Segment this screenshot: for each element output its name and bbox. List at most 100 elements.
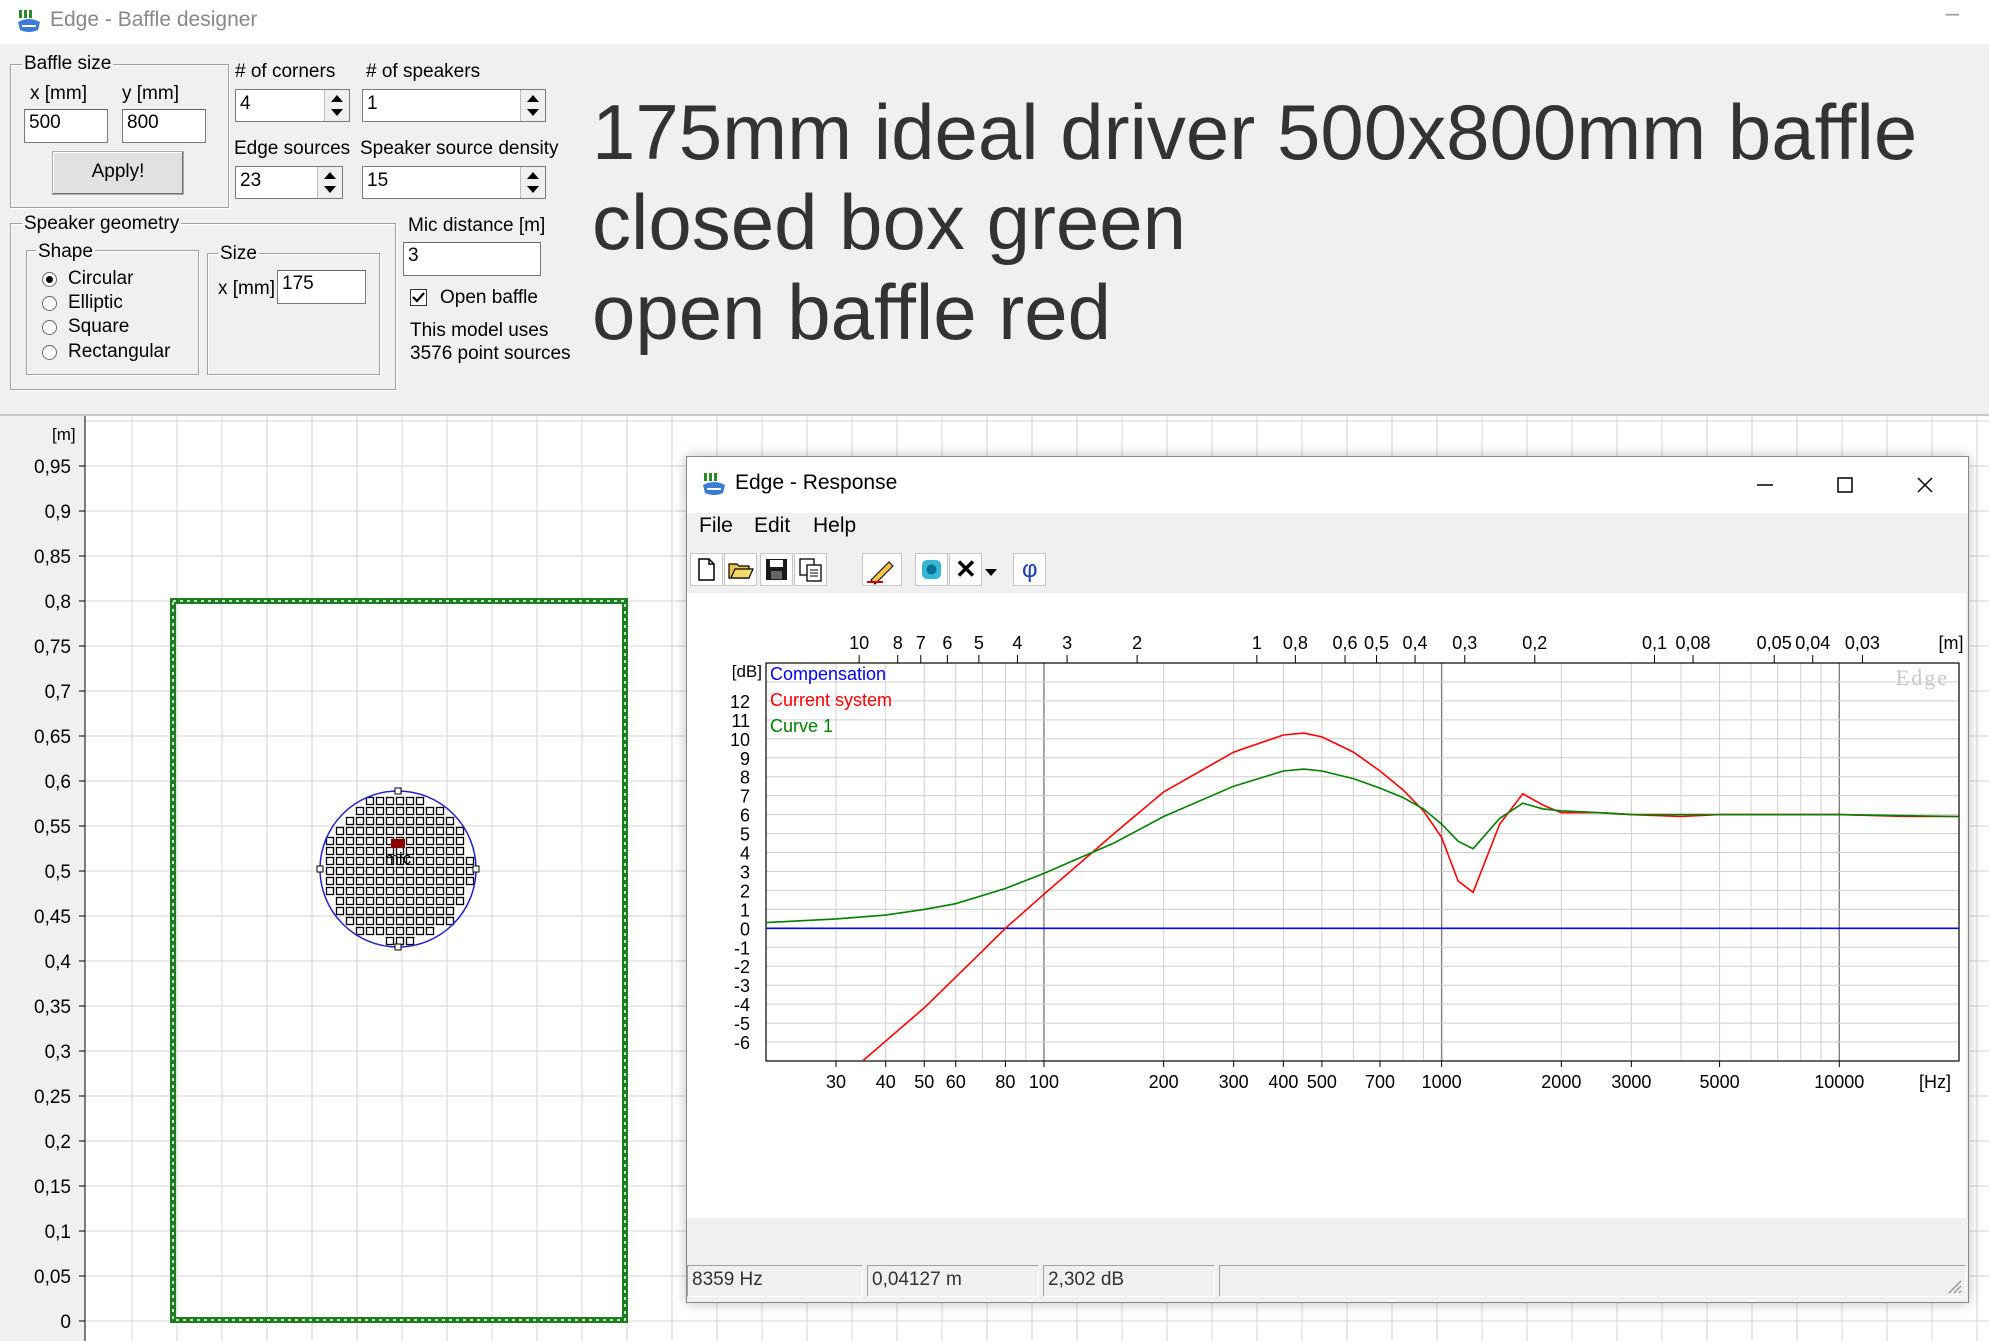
top-tick-label: 0,04 bbox=[1795, 633, 1830, 653]
corners-spin-arrows[interactable] bbox=[324, 90, 349, 121]
point-source bbox=[375, 846, 385, 856]
point-source bbox=[365, 886, 375, 896]
point-source bbox=[345, 836, 355, 846]
annotation-line2: closed box green bbox=[592, 178, 1187, 266]
point-source bbox=[365, 916, 375, 926]
menu-file[interactable]: File bbox=[699, 514, 733, 538]
close-icon[interactable] bbox=[1915, 475, 1935, 495]
y-tick-label: 9 bbox=[740, 749, 750, 769]
menu-edit[interactable]: Edit bbox=[754, 514, 790, 538]
point-source bbox=[405, 886, 415, 896]
point-source bbox=[455, 886, 465, 896]
window-title: Edge - Baffle designer bbox=[50, 8, 258, 31]
corners-stepper[interactable]: 4 bbox=[235, 89, 350, 122]
point-source bbox=[425, 836, 435, 846]
point-source bbox=[455, 876, 465, 886]
spin-up-icon[interactable] bbox=[527, 172, 539, 179]
point-source bbox=[335, 876, 345, 886]
point-source bbox=[445, 846, 455, 856]
dropdown-icon[interactable] bbox=[985, 569, 997, 576]
spin-up-icon[interactable] bbox=[331, 95, 343, 102]
baffle-x-input[interactable]: 500 bbox=[24, 109, 108, 143]
minimize-icon[interactable] bbox=[1755, 475, 1775, 495]
point-source bbox=[335, 896, 345, 906]
menu-help[interactable]: Help bbox=[813, 514, 856, 538]
point-source bbox=[415, 906, 425, 916]
source-density-stepper[interactable]: 15 bbox=[362, 166, 546, 199]
top-tick-label: 2 bbox=[1132, 633, 1142, 653]
top-tick-label: 0,05 bbox=[1757, 633, 1792, 653]
point-source bbox=[415, 806, 425, 816]
point-source bbox=[445, 916, 455, 926]
y-tick-label: -1 bbox=[734, 938, 750, 958]
shape-square-radio[interactable] bbox=[42, 320, 57, 335]
point-source bbox=[455, 826, 465, 836]
point-source bbox=[435, 886, 445, 896]
point-source bbox=[425, 906, 435, 916]
resize-grip-icon[interactable] bbox=[1945, 1277, 1963, 1295]
speaker-icon[interactable] bbox=[915, 553, 948, 586]
point-source bbox=[325, 846, 335, 856]
y-tick-label: 0,55 bbox=[34, 817, 71, 838]
size-x-input[interactable]: 175 bbox=[277, 270, 366, 304]
x-tick-label: 100 bbox=[1029, 1072, 1059, 1092]
baffle-y-input[interactable]: 800 bbox=[122, 109, 206, 143]
point-source bbox=[395, 896, 405, 906]
phase-icon[interactable]: φ bbox=[1013, 553, 1046, 586]
speakers-value: 1 bbox=[367, 93, 378, 114]
shape-circular-radio[interactable] bbox=[42, 272, 57, 287]
top-tick-label: 4 bbox=[1012, 633, 1022, 653]
maximize-icon[interactable] bbox=[1835, 475, 1855, 495]
status-level: 2,302 dB bbox=[1043, 1265, 1215, 1297]
save-icon[interactable] bbox=[760, 553, 793, 586]
apply-button[interactable]: Apply! bbox=[52, 151, 184, 195]
edge-sources-stepper[interactable]: 23 bbox=[235, 166, 343, 199]
spin-down-icon[interactable] bbox=[331, 109, 343, 116]
point-source bbox=[365, 856, 375, 866]
top-axis-label: [m] bbox=[1939, 633, 1964, 653]
pencil-icon[interactable] bbox=[862, 553, 902, 586]
open-baffle-checkbox[interactable] bbox=[410, 289, 427, 306]
point-source bbox=[385, 936, 395, 946]
point-source bbox=[355, 846, 365, 856]
legend-entry: Current system bbox=[770, 690, 892, 710]
y-tick-label: 1 bbox=[740, 900, 750, 920]
spin-down-icon[interactable] bbox=[527, 109, 539, 116]
speakers-stepper[interactable]: 1 bbox=[362, 89, 546, 122]
point-source bbox=[395, 826, 405, 836]
point-source bbox=[415, 876, 425, 886]
delete-icon[interactable]: ✕ bbox=[949, 553, 982, 586]
source-density-spin-arrows[interactable] bbox=[520, 167, 545, 198]
point-source bbox=[355, 836, 365, 846]
point-source bbox=[375, 856, 385, 866]
mic-distance-input[interactable]: 3 bbox=[403, 242, 541, 276]
shape-rectangular-label: Rectangular bbox=[68, 341, 171, 362]
new-file-icon[interactable] bbox=[690, 553, 723, 586]
point-source bbox=[355, 826, 365, 836]
spin-up-icon[interactable] bbox=[324, 172, 336, 179]
point-source bbox=[375, 806, 385, 816]
response-chart[interactable]: -6-5-4-3-2-10123456789101112[dB]30 40 50 60… bbox=[687, 593, 1966, 1218]
shape-square-label: Square bbox=[68, 316, 130, 337]
minimize-button[interactable]: – bbox=[1946, 0, 1959, 28]
point-source bbox=[345, 866, 355, 876]
spin-down-icon[interactable] bbox=[324, 186, 336, 193]
point-source bbox=[425, 916, 435, 926]
x-tick-label: 400 bbox=[1268, 1072, 1298, 1092]
speakers-spin-arrows[interactable] bbox=[520, 90, 545, 121]
spin-up-icon[interactable] bbox=[527, 95, 539, 102]
point-source bbox=[405, 876, 415, 886]
y-tick-label: 0,85 bbox=[34, 547, 71, 568]
edge-sources-spin-arrows[interactable] bbox=[317, 167, 342, 198]
copy-icon[interactable] bbox=[794, 553, 827, 586]
model-info-line2: 3576 point sources bbox=[410, 343, 571, 364]
shape-elliptic-radio[interactable] bbox=[42, 296, 57, 311]
point-source bbox=[395, 796, 405, 806]
y-tick-label: 10 bbox=[730, 730, 750, 750]
shape-rectangular-radio[interactable] bbox=[42, 345, 57, 360]
point-source bbox=[365, 896, 375, 906]
spin-down-icon[interactable] bbox=[527, 186, 539, 193]
open-folder-icon[interactable] bbox=[724, 553, 757, 586]
point-source bbox=[335, 866, 345, 876]
point-source bbox=[445, 826, 455, 836]
